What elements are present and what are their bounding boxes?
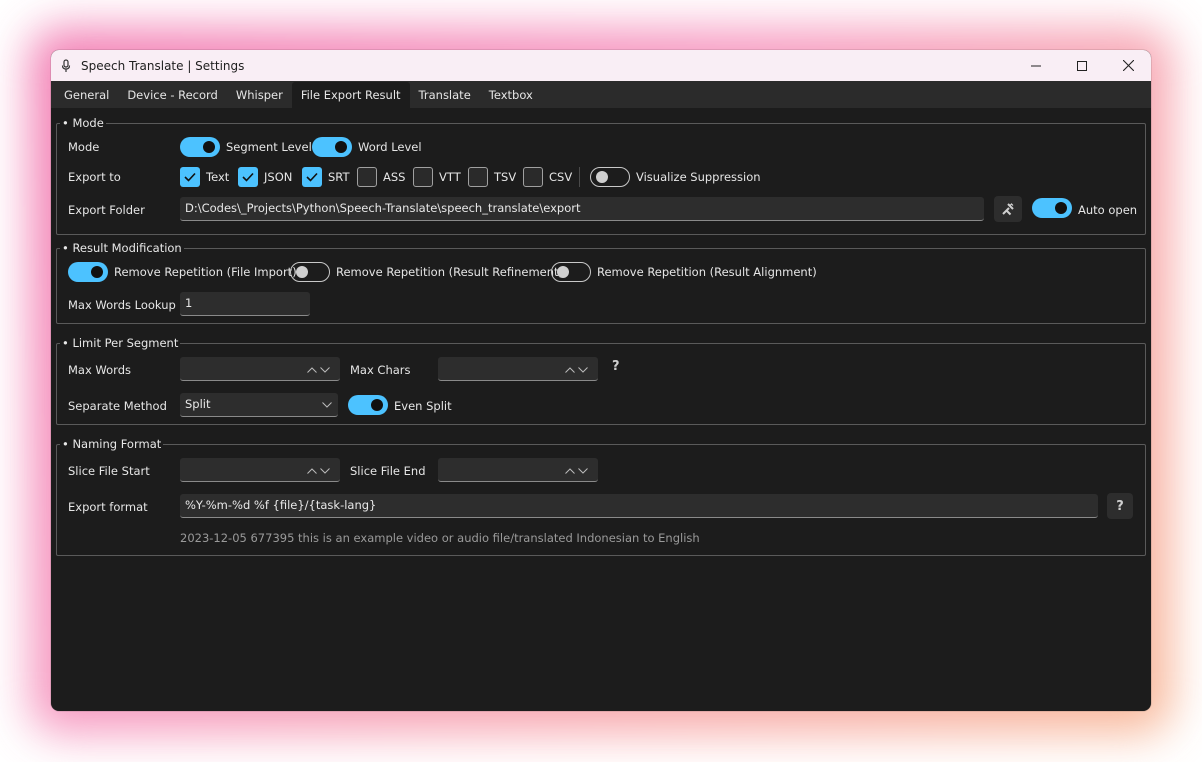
chevron-up-icon [307,467,317,474]
remove-repetition-file-import-toggle[interactable] [68,262,108,282]
export-ass-checkbox[interactable] [357,167,377,187]
checkmark-icon [184,172,196,182]
export-format-label: Export format [68,500,148,514]
separate-method-select[interactable]: Split [180,393,338,417]
title-bar[interactable]: Speech Translate | Settings [51,50,1151,81]
visualize-suppression-toggle[interactable] [590,167,630,187]
export-folder-input[interactable]: D:\Codes\_Projects\Python\Speech-Transla… [180,197,984,221]
settings-window: Speech Translate | Settings General Devi… [51,50,1151,711]
max-words-lookup-label: Max Words Lookup [68,298,176,312]
max-words-lookup-input[interactable]: 1 [180,292,310,316]
tab-general[interactable]: General [55,82,118,108]
even-split-label: Even Split [394,399,452,413]
chevron-up-icon [307,366,317,373]
checkmark-icon [242,172,254,182]
checkmark-icon [306,172,318,182]
export-folder-label: Export Folder [68,203,145,217]
help-icon: ? [1116,498,1124,514]
segment-level-label: Segment Level [226,140,312,154]
remove-repetition-refinement-toggle[interactable] [290,262,330,282]
remove-repetition-refinement-label: Remove Repetition (Result Refinement) [336,265,564,279]
mode-group: • Mode Mode Segment Level Word Level Exp… [56,116,1146,235]
tab-device-record[interactable]: Device - Record [118,82,227,108]
remove-repetition-alignment-toggle[interactable] [551,262,591,282]
maximize-button[interactable] [1059,50,1105,81]
export-srt-label: SRT [328,170,350,184]
visualize-suppression-label: Visualize Suppression [636,170,761,184]
max-chars-spin-arrows[interactable] [565,358,588,381]
naming-format-group: • Naming Format Slice File Start Slice F… [56,437,1146,556]
export-srt-checkbox[interactable] [302,167,322,187]
slice-file-start-label: Slice File Start [68,464,150,478]
max-words-spin-arrows[interactable] [307,358,330,381]
tab-content: • Mode Mode Segment Level Word Level Exp… [51,109,1151,711]
export-json-checkbox[interactable] [238,167,258,187]
chevron-down-icon [578,366,588,373]
naming-format-legend: • Naming Format [60,437,164,451]
export-json-label: JSON [264,170,293,184]
even-split-toggle[interactable] [348,395,388,415]
result-modification-group: • Result Modification Remove Repetition … [56,241,1146,324]
tab-translate[interactable]: Translate [410,82,480,108]
export-text-label: Text [206,170,230,184]
tools-icon [1002,203,1014,216]
minimize-button[interactable] [1013,50,1059,81]
limit-help-icon[interactable]: ? [612,359,620,374]
export-format-help-button[interactable]: ? [1107,493,1133,519]
export-vtt-checkbox[interactable] [413,167,433,187]
slice-end-spin-arrows[interactable] [565,459,588,482]
export-text-checkbox[interactable] [180,167,200,187]
auto-open-label: Auto open [1078,203,1138,217]
open-folder-button[interactable] [994,196,1022,222]
chevron-down-icon [320,366,330,373]
remove-repetition-file-import-label: Remove Repetition (File Import) [114,265,297,279]
export-format-example: 2023-12-05 677395 this is an example vid… [180,531,700,545]
close-button[interactable] [1105,50,1151,81]
export-csv-checkbox[interactable] [523,167,543,187]
settings-tabs: General Device - Record Whisper File Exp… [51,81,1151,109]
microphone-icon [51,58,81,73]
export-csv-label: CSV [549,170,573,184]
mode-group-legend: • Mode [60,116,106,130]
mode-label: Mode [68,140,100,154]
export-vtt-label: VTT [439,170,461,184]
word-level-label: Word Level [358,140,422,154]
separator [579,167,580,187]
export-format-input[interactable]: %Y-%m-%d %f {file}/{task-lang} [180,494,1098,518]
minimize-icon [1031,65,1041,66]
chevron-down-icon [322,402,332,408]
slice-file-end-label: Slice File End [350,464,426,478]
max-chars-label: Max Chars [350,363,411,377]
limit-per-segment-group: • Limit Per Segment Max Words Max Chars … [56,336,1146,425]
tab-file-export-result[interactable]: File Export Result [291,82,410,108]
auto-open-toggle[interactable] [1032,198,1072,218]
max-words-label: Max Words [68,363,131,377]
tab-textbox[interactable]: Textbox [480,82,542,108]
result-modification-legend: • Result Modification [60,241,184,255]
maximize-icon [1077,60,1087,71]
chevron-down-icon [578,467,588,474]
tab-whisper[interactable]: Whisper [227,82,292,108]
remove-repetition-alignment-label: Remove Repetition (Result Alignment) [597,265,817,279]
slice-start-spin-arrows[interactable] [307,459,330,482]
limit-per-segment-legend: • Limit Per Segment [60,336,181,350]
export-tsv-label: TSV [494,170,517,184]
export-tsv-checkbox[interactable] [468,167,488,187]
chevron-up-icon [565,366,575,373]
close-icon [1122,60,1134,71]
word-level-toggle[interactable] [312,137,352,157]
chevron-up-icon [565,467,575,474]
export-to-label: Export to [68,170,121,184]
separate-method-label: Separate Method [68,399,167,413]
export-ass-label: ASS [383,170,406,184]
window-title: Speech Translate | Settings [81,58,245,73]
segment-level-toggle[interactable] [180,137,220,157]
chevron-down-icon [320,467,330,474]
